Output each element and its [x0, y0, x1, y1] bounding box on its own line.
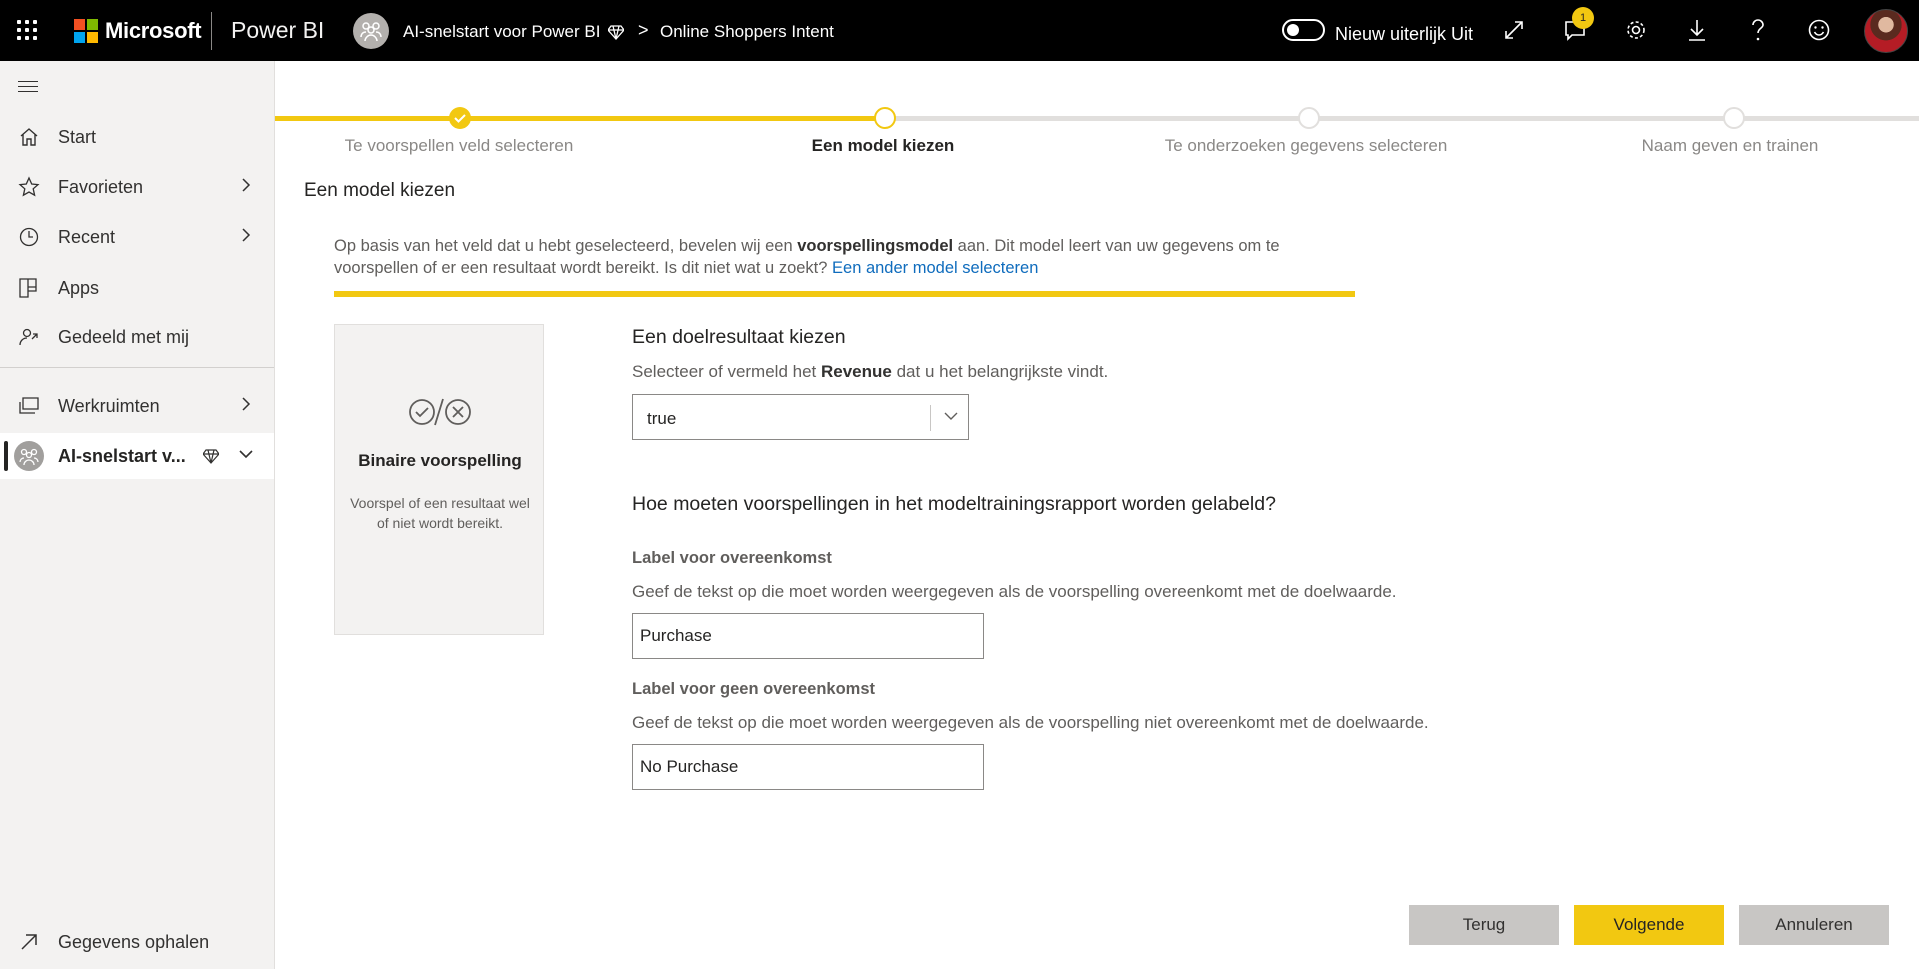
chevron-right-icon[interactable] — [240, 395, 252, 418]
premium-diamond-icon — [607, 24, 625, 45]
brand-text: Microsoft — [105, 18, 202, 43]
nav-item-label: Gegevens ophalen — [58, 932, 210, 952]
nav-item-label: AI-snelstart v... — [58, 446, 186, 466]
nomatch-label-input[interactable] — [632, 744, 984, 790]
help-text-bold: Revenue — [820, 362, 892, 381]
settings-icon[interactable] — [1622, 16, 1650, 44]
target-outcome-heading: Een doelresultaat kiezen — [632, 326, 846, 348]
description-text: Op basis van het veld dat u hebt geselec… — [334, 237, 798, 255]
help-text: dat u het belangrijkste vindt. — [891, 362, 1109, 381]
hamburger-menu-icon[interactable] — [18, 81, 38, 95]
app-name[interactable]: Power BI — [231, 17, 324, 44]
feedback-smiley-icon[interactable] — [1805, 16, 1833, 44]
nomatch-label-title: Label voor geen overeenkomst — [632, 680, 875, 698]
nav-item-current-workspace[interactable]: AI-snelstart v... — [0, 433, 274, 479]
match-label-help: Geef de tekst op die moet worden weergeg… — [632, 582, 1397, 601]
nav-item-recent[interactable]: Recent — [0, 214, 274, 260]
step-label-select-data: Te onderzoeken gegevens selecteren — [1164, 136, 1448, 155]
chevron-right-icon[interactable] — [240, 226, 252, 249]
stepper-progress-complete — [275, 116, 885, 121]
step-label-name-train: Naam geven en trainen — [1641, 136, 1819, 155]
top-bar: Microsoft Power BI AI-snelstart voor Pow… — [0, 0, 1919, 61]
nav-divider — [0, 367, 274, 368]
match-label-input[interactable] — [632, 613, 984, 659]
target-outcome-help: Selecteer of vermeld het Revenue dat u h… — [632, 362, 1108, 382]
wizard-stepper: Te voorspellen veld selecteren Een model… — [275, 90, 1919, 170]
nav-item-label: Favorieten — [58, 177, 144, 197]
shared-icon — [18, 326, 40, 348]
active-indicator — [4, 441, 8, 471]
new-look-toggle-label: Nieuw uiterlijk Uit — [1335, 24, 1474, 44]
star-icon — [18, 176, 40, 198]
topbar-divider — [211, 12, 212, 50]
nav-item-label: Gedeeld met mij — [58, 327, 190, 347]
model-card-title: Binaire voorspelling — [358, 451, 522, 470]
dropdown-value: true — [647, 409, 677, 428]
nav-item-shared[interactable]: Gedeeld met mij — [0, 314, 274, 360]
workspace-avatar-icon — [14, 441, 44, 471]
workspace-avatar-icon — [353, 13, 389, 49]
model-card-binary[interactable]: Binaire voorspelling Voorspel of een res… — [334, 324, 544, 635]
apps-icon — [18, 277, 40, 299]
step-label-choose-model: Een model kiezen — [811, 136, 955, 155]
left-nav: Start Favorieten Recent Apps Gedeeld met… — [0, 61, 275, 969]
description-bold: voorspellingsmodel — [797, 237, 954, 255]
expand-icon[interactable] — [1500, 16, 1528, 44]
chevron-down-icon[interactable] — [237, 445, 255, 468]
microsoft-logo — [74, 19, 98, 43]
target-outcome-dropdown[interactable]: true — [632, 394, 969, 440]
match-label-title: Label voor overeenkomst — [632, 549, 832, 567]
labels-heading: Hoe moeten voorspellingen in het modeltr… — [632, 493, 1276, 515]
nav-item-get-data[interactable]: Gegevens ophalen — [0, 919, 274, 969]
next-button[interactable]: Volgende — [1574, 905, 1724, 945]
breadcrumb-separator: > — [638, 20, 649, 40]
model-card-description: Voorspel of een resultaat wel of niet wo… — [350, 495, 530, 531]
nav-item-label: Recent — [58, 227, 116, 247]
help-text: Selecteer of vermeld het — [632, 362, 821, 381]
binary-prediction-icon — [405, 395, 475, 434]
notification-count-badge: 1 — [1572, 7, 1594, 29]
help-icon[interactable] — [1744, 16, 1772, 44]
workspaces-icon — [18, 395, 40, 417]
nav-item-apps[interactable]: Apps — [0, 265, 274, 311]
nav-item-workspaces[interactable]: Werkruimten — [0, 383, 274, 429]
nav-item-label: Apps — [58, 278, 100, 298]
chevron-down-icon[interactable] — [942, 407, 960, 430]
step-current-dot — [874, 107, 896, 129]
step-complete-check-icon — [449, 107, 471, 129]
home-icon — [18, 126, 40, 148]
step-upcoming-dot — [1723, 107, 1745, 129]
breadcrumb-item[interactable]: Online Shoppers Intent — [660, 22, 834, 42]
clock-icon — [18, 226, 40, 248]
new-look-toggle[interactable] — [1282, 19, 1325, 41]
page-title: Een model kiezen — [304, 180, 456, 201]
stepper-progress-remaining — [885, 116, 1919, 121]
nomatch-label-help: Geef de tekst op die moet worden weergeg… — [632, 713, 1429, 732]
user-avatar[interactable] — [1864, 9, 1908, 53]
dropdown-divider — [930, 405, 931, 431]
arrow-up-right-icon — [18, 931, 40, 953]
chevron-right-icon[interactable] — [240, 176, 252, 199]
waffle-icon[interactable] — [17, 20, 37, 40]
back-button[interactable]: Terug — [1409, 905, 1559, 945]
download-icon[interactable] — [1683, 16, 1711, 44]
nav-item-label: Start — [58, 127, 97, 147]
cancel-button[interactable]: Annuleren — [1739, 905, 1889, 945]
nav-item-label: Werkruimten — [58, 396, 160, 416]
step-label-select-field[interactable]: Te voorspellen veld selecteren — [345, 136, 574, 156]
nav-item-start[interactable]: Start — [0, 114, 274, 160]
step-upcoming-dot — [1298, 107, 1320, 129]
breadcrumb-workspace[interactable]: AI-snelstart voor Power BI — [403, 22, 600, 42]
model-description: Op basis van het veld dat u hebt geselec… — [334, 235, 1294, 279]
nav-item-favorites[interactable]: Favorieten — [0, 164, 274, 210]
accent-divider — [334, 291, 1355, 297]
premium-diamond-icon — [202, 448, 220, 469]
select-other-model-link[interactable]: Een ander model selecteren — [832, 259, 1038, 277]
